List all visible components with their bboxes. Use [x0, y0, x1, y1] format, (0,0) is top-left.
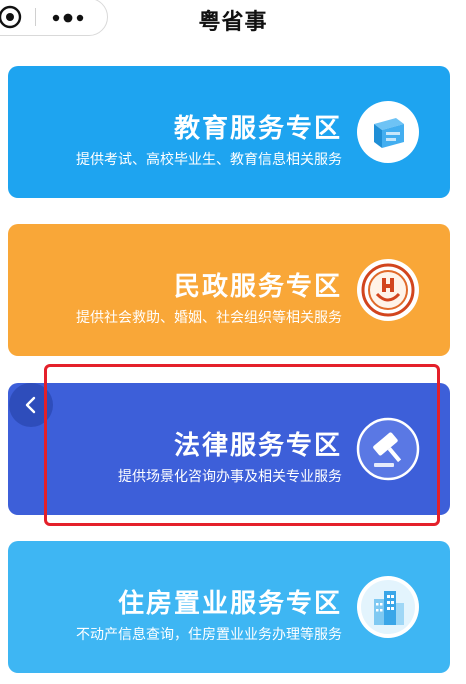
app-title: 粤省事	[198, 10, 268, 35]
civil-affairs-emblem-icon	[357, 259, 419, 321]
close-target-icon[interactable]	[0, 4, 23, 30]
card-title: 教育服务专区	[173, 114, 342, 144]
education-service-card[interactable]: 教育服务专区 提供考试、高校毕业生、教育信息相关服务	[8, 66, 450, 198]
back-button[interactable]	[9, 383, 53, 427]
mini-program-capsule	[0, 0, 108, 36]
education-icon	[357, 101, 419, 163]
card-title: 住房置业服务专区	[117, 589, 342, 619]
card-title: 民政服务专区	[173, 272, 342, 302]
card-subtitle: 提供社会救助、婚姻、社会组织等相关服务	[76, 310, 342, 326]
card-subtitle: 提供场景化咨询办事及相关专业服务	[118, 469, 342, 485]
more-dots-icon[interactable]	[51, 13, 89, 23]
housing-service-card[interactable]: 住房置业服务专区 不动产信息查询，住房置业业务办理等服务	[8, 541, 450, 673]
civil-affairs-service-card[interactable]: 民政服务专区 提供社会救助、婚姻、社会组织等相关服务	[8, 224, 450, 356]
legal-service-card[interactable]: 法律服务专区 提供场景化咨询办事及相关专业服务	[8, 383, 450, 515]
card-subtitle: 不动产信息查询，住房置业业务办理等服务	[76, 627, 342, 643]
chevron-left-icon	[25, 396, 36, 414]
card-subtitle: 提供考试、高校毕业生、教育信息相关服务	[76, 152, 342, 168]
gavel-icon	[356, 417, 420, 481]
building-icon	[357, 576, 419, 638]
capsule-divider	[35, 8, 36, 26]
top-bar: 粤省事	[0, 0, 466, 40]
card-title: 法律服务专区	[173, 431, 342, 461]
